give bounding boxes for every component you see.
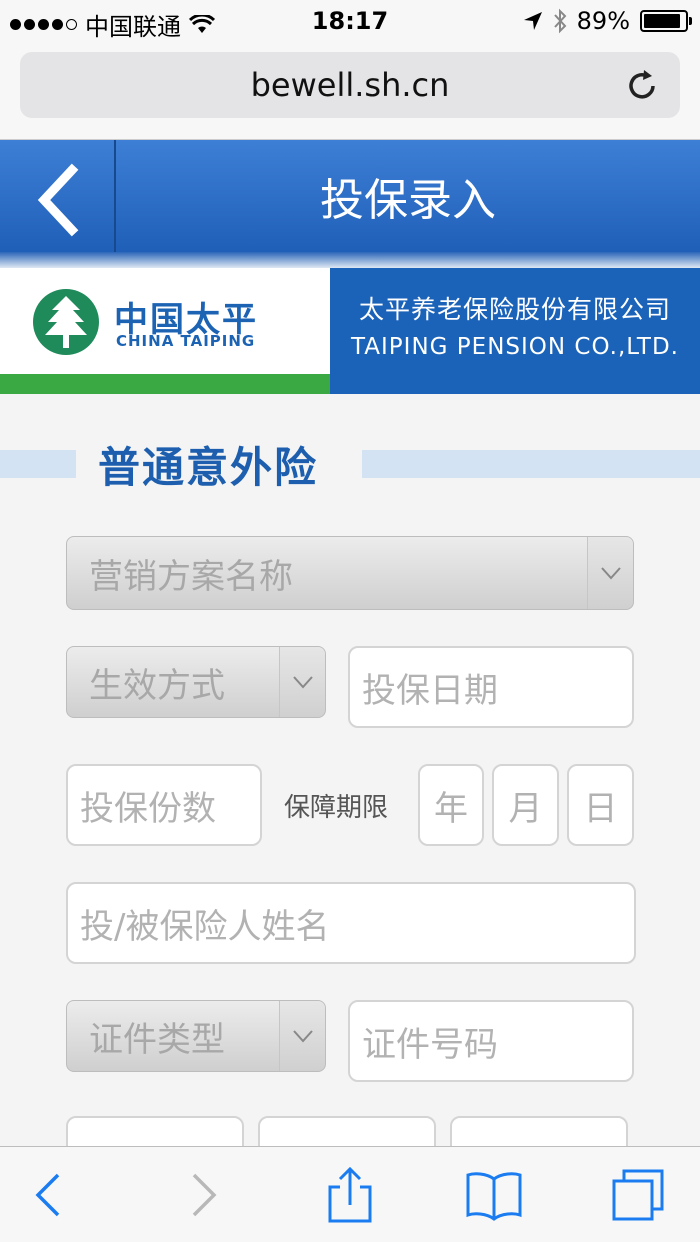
chevron-left-icon [37,163,79,237]
insured-name-input[interactable]: 投/被保险人姓名 [66,882,636,964]
insure-date-input[interactable]: 投保日期 [348,646,634,728]
address-bar[interactable]: bewell.sh.cn [20,52,680,118]
year-placeholder: 年 [434,788,468,829]
chevron-down-icon [600,567,621,580]
forward-arrow-icon[interactable] [174,1165,234,1225]
id-number-placeholder: 证件号码 [362,1024,498,1065]
location-arrow-icon [523,12,542,30]
marketing-plan-select[interactable]: 营销方案名称 [66,536,634,610]
id-number-input[interactable]: 证件号码 [348,1000,634,1082]
day-placeholder: 日 [583,788,618,829]
share-icon[interactable] [320,1165,380,1225]
green-stripe [0,374,330,394]
bluetooth-icon [553,8,567,34]
back-button[interactable] [0,140,116,252]
logo-area: 中国太平 CHINA TAIPING [0,268,330,374]
bookmarks-icon[interactable] [464,1165,524,1225]
company-banner: 中国太平 CHINA TAIPING 太平养老保险股份有限公司 TAIPING … [0,268,700,394]
title-stripe-left [0,450,76,478]
company-name-en: TAIPING PENSION CO.,LTD. [351,334,679,360]
coverage-month-input[interactable]: 月 [492,764,559,846]
battery-icon [640,10,692,32]
logo-english-text: CHINA TAIPING [116,332,256,350]
insure-copies-placeholder: 投保份数 [80,788,216,829]
company-name-cn: 太平养老保险股份有限公司 [358,295,671,324]
browser-toolbar [0,1146,700,1242]
tabs-icon[interactable] [608,1165,668,1225]
page-title: 投保录入 [320,175,496,226]
chevron-down-icon [292,1030,313,1043]
back-arrow-icon[interactable] [18,1165,78,1225]
section-title: 普通意外险 [98,443,319,492]
status-bar: 中国联通 18:17 89% [0,0,700,44]
insured-name-placeholder: 投/被保险人姓名 [80,906,330,947]
insurance-form: 普通意外险 营销方案名称 生效方式 投保日期 投保份数 保障期限 年 月 日 投… [0,394,700,1198]
header-divider [0,252,700,268]
id-type-select[interactable]: 证件类型 [66,1000,326,1072]
company-name-panel: 太平养老保险股份有限公司 TAIPING PENSION CO.,LTD. [330,268,700,394]
page-header: 投保录入 [0,140,700,252]
month-placeholder: 月 [508,788,543,829]
chevron-down-icon [292,676,313,689]
id-type-placeholder: 证件类型 [89,1019,225,1060]
effective-method-placeholder: 生效方式 [89,665,225,706]
effective-method-select[interactable]: 生效方式 [66,646,326,718]
coverage-period-label: 保障期限 [284,793,389,823]
marketing-plan-placeholder: 营销方案名称 [89,556,293,597]
battery-percent: 89% [576,7,630,35]
url-text: bewell.sh.cn [250,66,450,104]
coverage-day-input[interactable]: 日 [567,764,634,846]
browser-chrome: bewell.sh.cn [0,44,700,140]
coverage-year-input[interactable]: 年 [418,764,484,846]
china-taiping-logo-icon [33,289,99,355]
reload-icon[interactable] [622,66,662,106]
insure-date-placeholder: 投保日期 [362,670,498,711]
title-stripe-right [362,450,700,478]
insure-copies-input[interactable]: 投保份数 [66,764,262,846]
